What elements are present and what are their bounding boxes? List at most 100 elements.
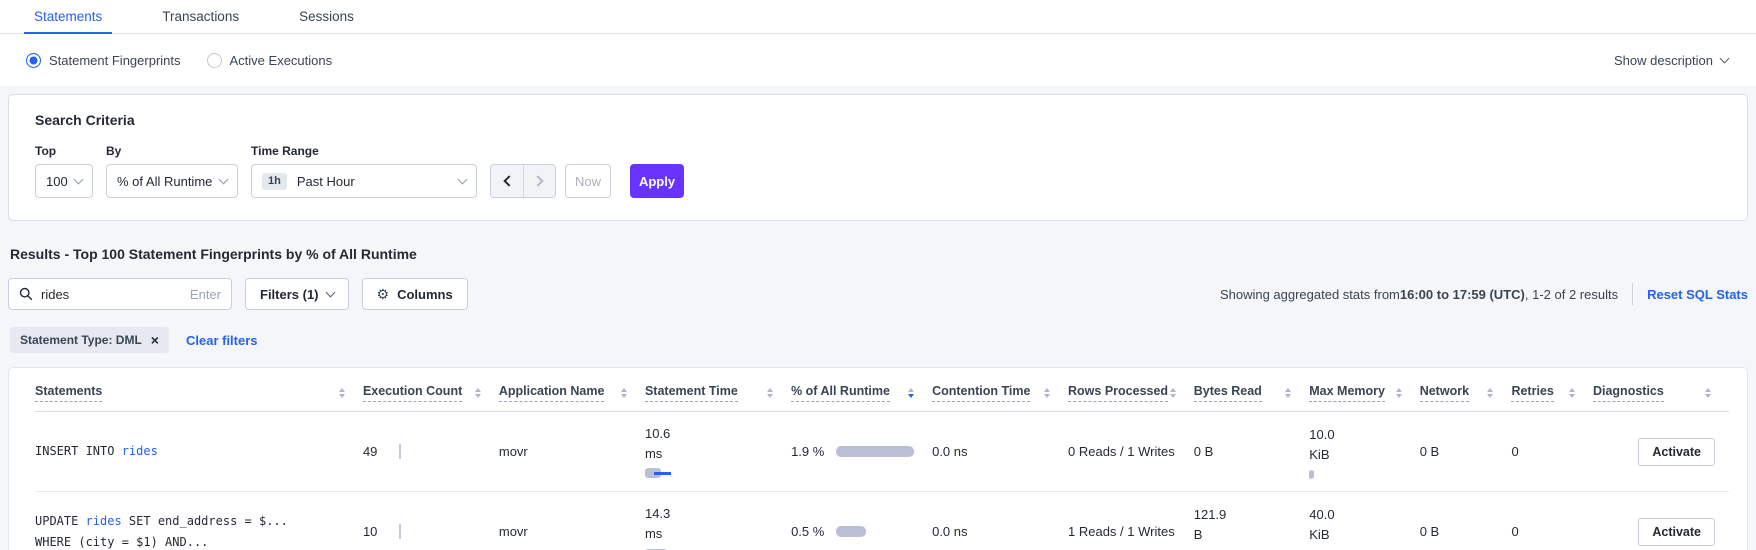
statement-time-value: 14.3 ms <box>645 504 683 544</box>
table-row: UPDATE rides SET end_address = $... WHER… <box>35 492 1729 550</box>
max-memory-value: 40.0 KiB <box>1309 505 1353 545</box>
columns-button[interactable]: ⚙ Columns <box>362 278 468 310</box>
time-range-value: Past Hour <box>297 174 355 189</box>
statement-fingerprint[interactable]: INSERT INTO rides <box>35 441 359 462</box>
sort-icon[interactable] <box>1396 388 1402 398</box>
col-header-statements[interactable]: Statements <box>35 372 363 412</box>
col-header-max-memory[interactable]: Max Memory <box>1309 372 1419 412</box>
sort-icon[interactable] <box>1044 388 1050 398</box>
filter-chip-statement-type[interactable]: Statement Type: DML × <box>10 327 169 353</box>
col-header-contention-time[interactable]: Contention Time <box>932 372 1068 412</box>
execution-count-value: 49 <box>363 444 377 459</box>
chevron-down-icon <box>219 175 229 185</box>
rows-processed-value: 0 Reads / 1 Writes <box>1068 444 1175 459</box>
radio-unselected-icon[interactable] <box>207 53 222 68</box>
stats-time-range: 16:00 to 17:59 (UTC) <box>1400 287 1525 302</box>
radio-label: Active Executions <box>230 53 333 68</box>
sort-icon[interactable] <box>1705 388 1711 398</box>
col-header-network[interactable]: Network <box>1420 372 1512 412</box>
activate-diagnostics-button[interactable]: Activate <box>1638 518 1715 546</box>
statement-link[interactable]: rides <box>122 444 158 458</box>
sort-icon[interactable] <box>1285 388 1291 398</box>
retries-value: 0 <box>1511 444 1518 459</box>
radio-active-executions[interactable]: Active Executions <box>207 53 333 68</box>
activate-diagnostics-button[interactable]: Activate <box>1638 438 1715 466</box>
sort-icon-active[interactable] <box>908 388 914 398</box>
time-range-field: Time Range 1h Past Hour <box>251 144 477 198</box>
col-header-rows-processed[interactable]: Rows Processed <box>1068 372 1194 412</box>
runtime-bar <box>836 526 866 537</box>
sort-icon[interactable] <box>621 388 627 398</box>
bytes-read-value: 121.9 B <box>1194 505 1238 545</box>
chevron-down-icon <box>1720 54 1730 64</box>
statement-fingerprint[interactable]: UPDATE rides SET end_address = $... WHER… <box>35 511 359 550</box>
network-value: 0 B <box>1420 524 1440 539</box>
col-header-execution-count[interactable]: Execution Count <box>363 372 499 412</box>
col-header-runtime-pct[interactable]: % of All Runtime <box>791 372 932 412</box>
chevron-down-icon <box>458 175 468 185</box>
radio-statement-fingerprints[interactable]: Statement Fingerprints <box>26 53 181 68</box>
network-value: 0 B <box>1420 444 1440 459</box>
close-icon[interactable]: × <box>151 335 159 345</box>
chevron-left-icon <box>503 175 514 186</box>
col-header-application-name[interactable]: Application Name <box>499 372 645 412</box>
radio-label: Statement Fingerprints <box>49 53 181 68</box>
tab-statements[interactable]: Statements <box>24 1 112 33</box>
top-select[interactable]: 100 <box>35 164 93 198</box>
search-criteria-card: Search Criteria Top 100 By % of All Runt… <box>8 94 1748 221</box>
col-header-bytes-read[interactable]: Bytes Read <box>1194 372 1310 412</box>
runtime-bar <box>836 446 914 457</box>
search-input[interactable] <box>41 287 190 302</box>
count-bar <box>399 524 401 539</box>
view-toggle-bar: Statement Fingerprints Active Executions… <box>0 34 1756 86</box>
radio-selected-icon[interactable] <box>26 53 41 68</box>
table-row: INSERT INTO rides 49 movr 10.6 ms 1.9 % … <box>35 412 1729 492</box>
time-range-label: Time Range <box>251 144 477 158</box>
execution-count-value: 10 <box>363 524 377 539</box>
rows-processed-value: 1 Reads / 1 Writes <box>1068 524 1175 539</box>
sort-icon[interactable] <box>767 388 773 398</box>
application-name-value: movr <box>499 524 528 539</box>
runtime-pct-value: 1.9 % <box>791 444 824 459</box>
filters-button[interactable]: Filters (1) <box>245 278 349 310</box>
now-button[interactable]: Now <box>565 164 611 198</box>
statements-table: Statements Execution Count Application N… <box>35 372 1729 550</box>
top-label: Top <box>35 144 93 158</box>
chevron-right-icon <box>532 175 543 186</box>
sort-icon[interactable] <box>339 388 345 398</box>
by-select[interactable]: % of All Runtime <box>106 164 238 198</box>
sort-icon[interactable] <box>1487 388 1493 398</box>
col-header-retries[interactable]: Retries <box>1511 372 1593 412</box>
statement-search-box[interactable]: Enter <box>8 278 232 310</box>
columns-button-label: Columns <box>397 287 453 302</box>
divider <box>1632 283 1633 305</box>
time-next-button[interactable] <box>523 165 555 197</box>
stats-prefix: Showing aggregated stats from <box>1220 287 1400 302</box>
apply-button[interactable]: Apply <box>630 164 684 198</box>
statement-link[interactable]: rides <box>86 514 122 528</box>
time-range-select[interactable]: 1h Past Hour <box>251 164 477 198</box>
stats-suffix: , 1-2 of 2 results <box>1525 287 1618 302</box>
table-header-row: Statements Execution Count Application N… <box>35 372 1729 412</box>
by-select-value: % of All Runtime <box>117 174 212 189</box>
sql-activity-tabbar: Statements Transactions Sessions <box>0 0 1756 34</box>
sort-icon[interactable] <box>1569 388 1575 398</box>
tab-transactions[interactable]: Transactions <box>152 1 249 33</box>
tab-sessions[interactable]: Sessions <box>289 1 364 33</box>
top-select-value: 100 <box>46 174 68 189</box>
memory-bar <box>1309 470 1314 479</box>
sort-icon[interactable] <box>475 388 481 398</box>
col-header-diagnostics[interactable]: Diagnostics <box>1593 372 1729 412</box>
search-criteria-title: Search Criteria <box>35 112 1721 128</box>
reset-sql-stats-link[interactable]: Reset SQL Stats <box>1647 287 1748 302</box>
time-prev-button[interactable] <box>491 165 523 197</box>
sort-icon[interactable] <box>1170 388 1176 398</box>
clear-filters-link[interactable]: Clear filters <box>186 333 258 348</box>
search-icon <box>19 287 33 301</box>
search-enter-hint: Enter <box>190 287 221 302</box>
sql-text: UPDATE <box>35 514 86 528</box>
filters-button-label: Filters (1) <box>260 287 319 302</box>
show-description-toggle[interactable]: Show description <box>1614 53 1728 68</box>
col-header-statement-time[interactable]: Statement Time <box>645 372 791 412</box>
by-label: By <box>106 144 238 158</box>
